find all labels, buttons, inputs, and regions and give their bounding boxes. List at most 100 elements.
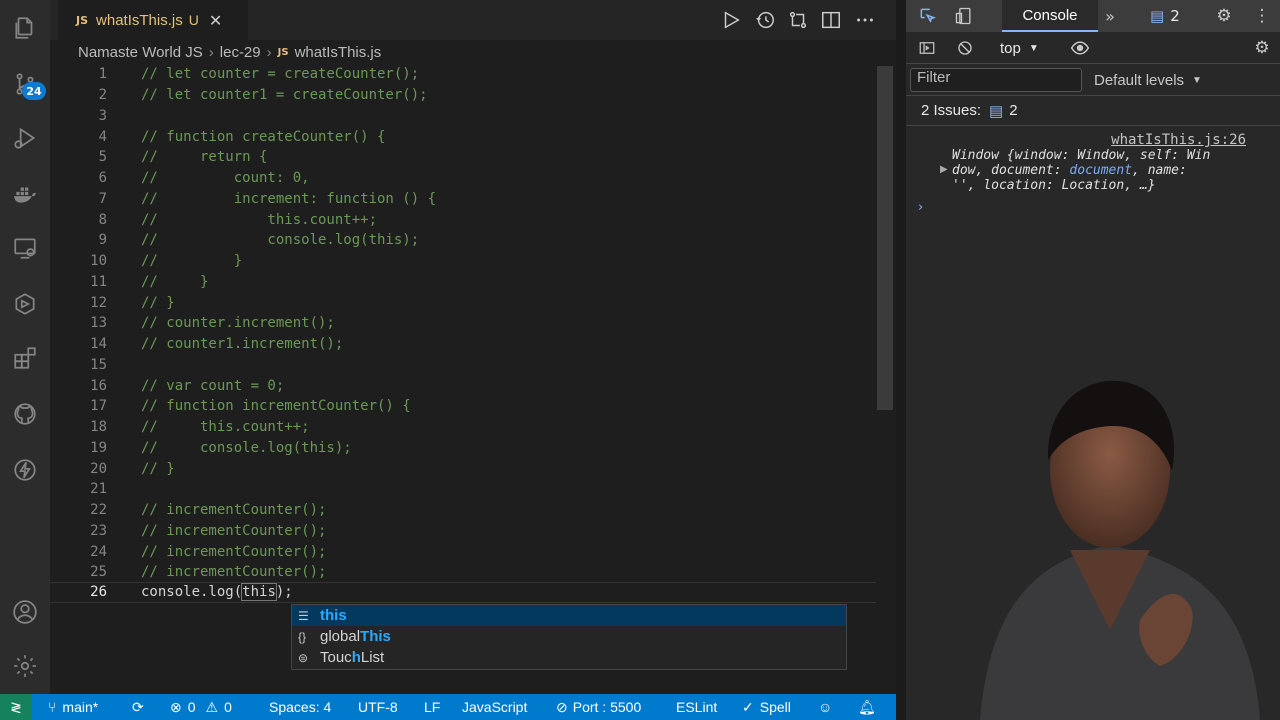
- clear-console-icon[interactable]: [954, 37, 976, 59]
- code-line[interactable]: 6 // count: 0,: [50, 168, 876, 189]
- live-share-icon[interactable]: [0, 282, 50, 326]
- line-code[interactable]: // let counter1 = createCounter();: [141, 87, 428, 103]
- extensions-icon[interactable]: [0, 336, 50, 380]
- code-line[interactable]: 18 // this.count++;: [50, 417, 876, 438]
- code-line[interactable]: 15: [50, 355, 876, 376]
- line-code[interactable]: // incrementCounter();: [141, 564, 326, 580]
- inspect-element-icon[interactable]: [916, 4, 940, 28]
- code-line[interactable]: 7 // increment: function () {: [50, 189, 876, 210]
- eslint-status[interactable]: ESLint: [676, 694, 717, 720]
- code-line[interactable]: 19 // console.log(this);: [50, 438, 876, 459]
- copilot-icon[interactable]: ☺: [818, 694, 832, 720]
- docker-icon[interactable]: [0, 172, 50, 216]
- live-expression-eye-icon[interactable]: [1068, 37, 1092, 59]
- suggestion-item[interactable]: {} globalThis: [292, 626, 846, 647]
- code-line[interactable]: 10 // }: [50, 251, 876, 272]
- code-line[interactable]: 20 // }: [50, 458, 876, 479]
- line-code[interactable]: // increment: function () {: [141, 191, 436, 207]
- code-line[interactable]: 11 // }: [50, 272, 876, 293]
- line-code[interactable]: // count: 0,: [141, 170, 310, 186]
- end-of-line[interactable]: LF: [424, 694, 440, 720]
- issues-counter[interactable]: ▤ 2: [1150, 4, 1180, 28]
- branch-indicator[interactable]: ⑂ main*: [48, 694, 98, 720]
- tab-console[interactable]: Console: [1002, 0, 1098, 32]
- code-line[interactable]: 12 // }: [50, 292, 876, 313]
- line-code[interactable]: console.log(this);: [141, 583, 293, 602]
- console-settings-gear-icon[interactable]: ⚙: [1250, 37, 1274, 59]
- thunder-icon[interactable]: [0, 448, 50, 492]
- filter-input[interactable]: Filter: [910, 68, 1082, 92]
- line-code[interactable]: // function createCounter() {: [141, 129, 385, 145]
- explorer-icon[interactable]: [0, 6, 50, 50]
- line-code[interactable]: // incrementCounter();: [141, 523, 326, 539]
- line-code[interactable]: // function incrementCounter() {: [141, 398, 411, 414]
- code-line[interactable]: 2 // let counter1 = createCounter();: [50, 85, 876, 106]
- console-prompt-chevron-icon[interactable]: ›: [918, 200, 923, 215]
- breadcrumb-subfolder[interactable]: lec-29: [220, 44, 261, 61]
- device-toolbar-icon[interactable]: [952, 4, 976, 28]
- close-icon[interactable]: ✕: [209, 11, 222, 30]
- line-code[interactable]: // this.count++;: [141, 212, 377, 228]
- remote-explorer-icon[interactable]: [0, 226, 50, 270]
- line-code[interactable]: // let counter = createCounter();: [141, 66, 419, 82]
- line-code[interactable]: // var count = 0;: [141, 378, 284, 394]
- line-code[interactable]: // }: [141, 295, 175, 311]
- line-code[interactable]: // incrementCounter();: [141, 502, 326, 518]
- line-code[interactable]: // counter1.increment();: [141, 336, 343, 352]
- live-server-port[interactable]: ⊘ Port : 5500: [556, 694, 641, 720]
- log-message[interactable]: Window {window: Window, self: Win dow, do…: [952, 148, 1252, 193]
- more-tabs-icon[interactable]: »: [1098, 4, 1122, 28]
- sidebar-toggle-icon[interactable]: [916, 37, 938, 59]
- line-code[interactable]: // }: [141, 461, 175, 477]
- more-actions-icon[interactable]: [854, 9, 876, 31]
- code-line[interactable]: 22 // incrementCounter();: [50, 500, 876, 521]
- code-editor[interactable]: 1 // let counter = createCounter(); 2 // le…: [50, 64, 876, 694]
- line-code[interactable]: // console.log(this);: [141, 440, 352, 456]
- run-debug-icon[interactable]: [0, 116, 50, 160]
- compare-changes-icon[interactable]: [787, 9, 809, 31]
- github-icon[interactable]: [0, 392, 50, 436]
- code-line[interactable]: 9 // console.log(this);: [50, 230, 876, 251]
- kebab-menu-icon[interactable]: ⋮: [1250, 4, 1274, 28]
- code-line[interactable]: 13 // counter.increment();: [50, 313, 876, 334]
- account-icon[interactable]: [0, 590, 50, 634]
- code-line[interactable]: 4 // function createCounter() {: [50, 126, 876, 147]
- encoding[interactable]: UTF-8: [358, 694, 398, 720]
- breadcrumb-folder[interactable]: Namaste World JS: [78, 44, 203, 61]
- code-line[interactable]: 1 // let counter = createCounter();: [50, 64, 876, 85]
- line-code[interactable]: // incrementCounter();: [141, 544, 326, 560]
- log-source-link[interactable]: whatIsThis.js:26: [1111, 132, 1246, 148]
- line-code[interactable]: // }: [141, 274, 208, 290]
- language-mode[interactable]: JavaScript: [462, 694, 527, 720]
- line-code[interactable]: // this.count++;: [141, 419, 310, 435]
- code-line[interactable]: 5 // return {: [50, 147, 876, 168]
- code-line[interactable]: 23 // incrementCounter();: [50, 521, 876, 542]
- breadcrumb-file[interactable]: whatIsThis.js: [295, 44, 382, 61]
- line-code[interactable]: // console.log(this);: [141, 232, 419, 248]
- suggestion-item[interactable]: ⊜ TouchList: [292, 647, 846, 668]
- scrollbar-thumb[interactable]: [877, 66, 893, 410]
- line-code[interactable]: // }: [141, 253, 242, 269]
- context-selector[interactable]: top ▼: [1000, 37, 1039, 59]
- tab-whatisthis[interactable]: JS whatIsThis.js U ✕: [58, 0, 248, 40]
- settings-gear-icon[interactable]: [0, 644, 50, 688]
- code-line[interactable]: 8 // this.count++;: [50, 209, 876, 230]
- code-line[interactable]: 16 // var count = 0;: [50, 375, 876, 396]
- indentation[interactable]: Spaces: 4: [269, 694, 331, 720]
- timeline-icon[interactable]: [754, 9, 776, 31]
- code-line[interactable]: 21: [50, 479, 876, 500]
- settings-gear-icon[interactable]: ⚙: [1212, 4, 1236, 28]
- code-line[interactable]: 17 // function incrementCounter() {: [50, 396, 876, 417]
- code-line[interactable]: 24 // incrementCounter();: [50, 541, 876, 562]
- code-line[interactable]: 14 // counter1.increment();: [50, 334, 876, 355]
- notifications-bell-icon[interactable]: 🔔︎: [858, 694, 876, 720]
- problems-indicator[interactable]: ⊗ 0 ⚠ 0: [170, 694, 232, 720]
- log-levels-dropdown[interactable]: Default levels ▼: [1094, 68, 1202, 92]
- remote-indicator[interactable]: ≷: [0, 694, 32, 720]
- code-line[interactable]: 25 // incrementCounter();: [50, 562, 876, 583]
- line-code[interactable]: // return {: [141, 149, 267, 165]
- split-editor-icon[interactable]: [820, 9, 842, 31]
- line-code[interactable]: // counter.increment();: [141, 315, 335, 331]
- expand-triangle-icon[interactable]: ▶: [940, 164, 948, 175]
- panel-divider[interactable]: [896, 0, 906, 720]
